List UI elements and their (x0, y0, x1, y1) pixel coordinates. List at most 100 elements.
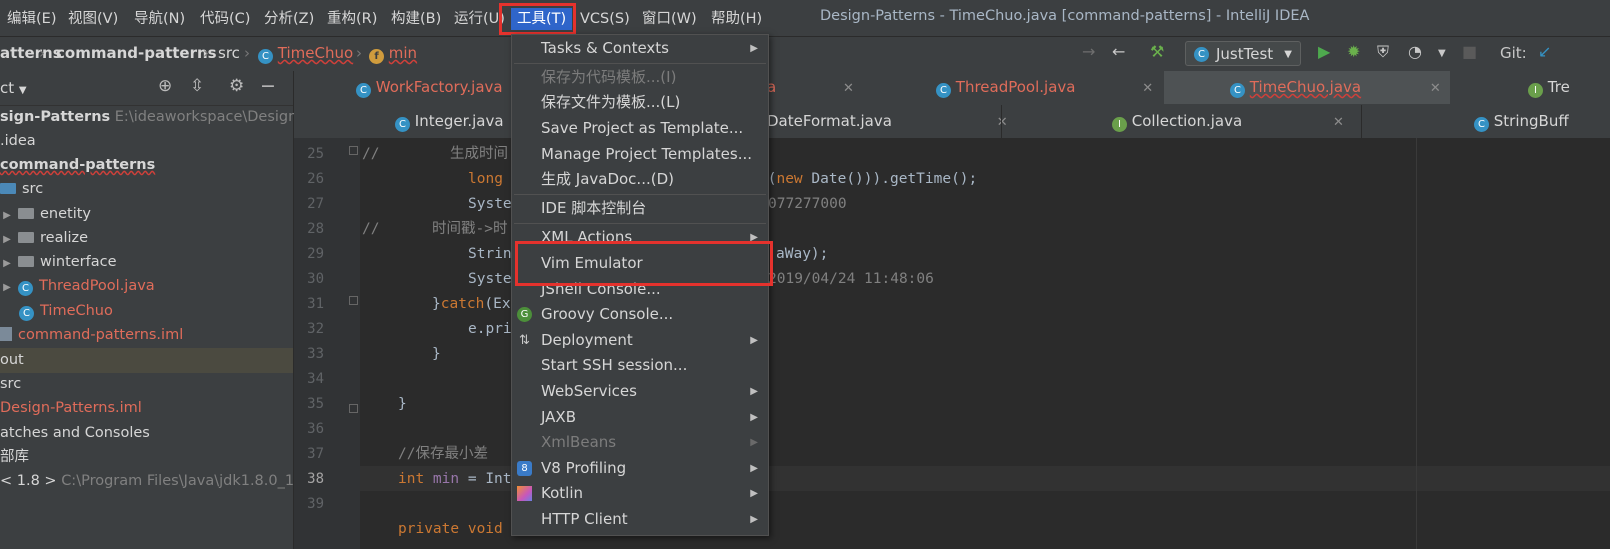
line-number: 33 (307, 346, 324, 362)
menu-code[interactable]: 代码(C) (200, 8, 250, 30)
code-text: aWay); (776, 246, 829, 262)
gear-icon[interactable]: ⚙ (229, 76, 244, 96)
tree-item-module-iml[interactable]: command-patterns.iml (0, 323, 293, 348)
tree-item-project-root[interactable]: sign-Patterns E:\ideaworkspace\Design- (0, 105, 303, 130)
menu-item-tasks-contexts[interactable]: Tasks & Contexts ▶ (512, 36, 768, 61)
project-view-select[interactable]: ct ▼ (0, 79, 27, 97)
tab-timechuo[interactable]: C TimeChuo.java ✕ (1164, 71, 1450, 104)
tree-item-enetity[interactable]: ▶ enetity (0, 202, 293, 227)
profile-icon[interactable]: ◔ (1408, 42, 1422, 61)
menu-refactor[interactable]: 重构(R) (327, 8, 377, 30)
interface-icon: I (1528, 83, 1543, 98)
fold-marker-icon[interactable] (349, 404, 358, 413)
tree-item-winterface[interactable]: ▶ winterface (0, 250, 293, 275)
tools-dropdown-menu: Tasks & Contexts ▶ 保存为代码模板...(I) 保存文件为模板.… (511, 34, 769, 536)
breadcrumb-class[interactable]: C TimeChuo (258, 44, 353, 64)
menu-item-http-client[interactable]: HTTP Client ▶ (512, 507, 768, 532)
git-update-icon[interactable]: ↙ (1538, 42, 1551, 61)
chevron-right-icon: › (203, 44, 209, 62)
code-comment: 077277000 (768, 196, 847, 212)
tab-partial[interactable]: a ✕ (767, 71, 867, 104)
fold-marker-icon[interactable] (349, 146, 358, 155)
breadcrumb-module[interactable]: command-patterns (56, 44, 217, 62)
menu-analyze[interactable]: 分析(Z) (264, 8, 314, 30)
menu-navigate[interactable]: 导航(N) (134, 8, 185, 30)
menu-window[interactable]: 窗口(W) (642, 8, 697, 30)
tab-dateformat[interactable]: DateFormat.java ✕ (767, 105, 1008, 138)
menu-item-vim-emulator[interactable]: Vim Emulator (512, 251, 768, 276)
chevron-right-icon: ▶ (0, 258, 11, 269)
tab-stringbuffer[interactable]: C StringBuff (1474, 105, 1610, 138)
menu-item-save-project-as-template[interactable]: Save Project as Template... (512, 116, 768, 141)
menu-item-jaxb[interactable]: JAXB ▶ (512, 405, 768, 430)
tree-item-idea[interactable]: .idea (0, 129, 293, 154)
menu-build[interactable]: 构建(B) (391, 8, 441, 30)
close-icon[interactable]: ✕ (997, 115, 1008, 130)
menu-item-manage-project-templates[interactable]: Manage Project Templates... (512, 142, 768, 167)
back-arrow-icon[interactable]: ← (1112, 42, 1125, 61)
tree-item-threadpool[interactable]: ▶ C ThreadPool.java (0, 274, 293, 299)
tree-item-jdk[interactable]: < 1.8 > C:\Program Files\Java\jdk1.8.0_1 (0, 469, 294, 494)
menu-item-jshell-console[interactable]: JShell Console... (512, 277, 768, 302)
menu-item-v8-profiling[interactable]: 8 V8 Profiling ▶ (512, 456, 768, 481)
menu-item-save-as-live-template[interactable]: 保存为代码模板...(I) (512, 65, 768, 90)
tree-item-project-iml[interactable]: Design-Patterns.iml (0, 396, 293, 421)
close-icon[interactable]: ✕ (1142, 81, 1153, 96)
run-icon[interactable]: ▶ (1318, 42, 1330, 61)
stop-icon[interactable]: ■ (1462, 42, 1477, 61)
chevron-down-icon[interactable]: ▼ (1438, 48, 1446, 59)
menu-item-start-ssh-session[interactable]: Start SSH session... (512, 353, 768, 378)
menu-item-webservices[interactable]: WebServices ▶ (512, 379, 768, 404)
close-icon[interactable]: ✕ (1430, 81, 1441, 96)
tree-item-realize[interactable]: ▶ realize (0, 226, 293, 251)
close-icon[interactable]: ✕ (843, 81, 854, 96)
menu-run[interactable]: 运行(U) (454, 8, 505, 30)
chevron-right-icon: ▶ (0, 234, 11, 245)
breadcrumb-project[interactable]: atterns (0, 44, 62, 62)
hide-icon[interactable]: − (260, 76, 276, 96)
breadcrumb-field[interactable]: f min (369, 44, 417, 64)
submenu-arrow-icon: ▶ (750, 335, 758, 346)
class-icon: C (1474, 117, 1489, 132)
menu-item-generate-javadoc[interactable]: 生成 JavaDoc...(D) (512, 167, 768, 192)
tree-item-scratches[interactable]: atches and Consoles (0, 421, 293, 446)
menu-item-ide-script-console[interactable]: IDE 脚本控制台 (512, 196, 768, 221)
forward-arrow-icon[interactable]: → (1082, 42, 1095, 61)
class-icon: C (1194, 47, 1209, 62)
menu-item-xmlbeans[interactable]: XmlBeans ▶ (512, 430, 768, 455)
menu-view[interactable]: 视图(V) (68, 8, 118, 30)
tab-tre[interactable]: I Tre (1528, 71, 1610, 104)
collapse-all-icon[interactable]: ⇳ (190, 76, 204, 96)
menu-item-deployment[interactable]: ⇅ Deployment ▶ (512, 328, 768, 353)
tree-item-src[interactable]: src (0, 177, 293, 202)
tab-threadpool[interactable]: C ThreadPool.java ✕ (936, 71, 1153, 104)
menu-item-xml-actions[interactable]: XML Actions ▶ (512, 225, 768, 250)
coverage-icon[interactable]: ⛨ (1377, 42, 1389, 62)
code-text: (Ex (484, 296, 511, 312)
fold-marker-icon[interactable] (349, 296, 358, 305)
tree-item-timechuo[interactable]: C TimeChuo (0, 299, 293, 324)
menu-vcs[interactable]: VCS(S) (580, 8, 630, 30)
code-comment: // (362, 146, 380, 162)
close-icon[interactable]: ✕ (1333, 115, 1344, 130)
package-icon (18, 256, 34, 267)
code-editor[interactable]: 25 26 27 28 29 30 31 32 33 34 35 36 37 3… (294, 138, 1610, 549)
locate-icon[interactable]: ⊕ (158, 76, 172, 96)
debug-icon[interactable]: ✹ (1347, 42, 1360, 61)
run-configuration-select[interactable]: C JustTest ▼ (1185, 41, 1301, 66)
tree-item-command-patterns[interactable]: command-patterns (0, 153, 293, 178)
code-text: = Int (459, 471, 512, 487)
menu-tools[interactable]: 工具(T) (511, 8, 573, 30)
menu-item-save-file-as-template[interactable]: 保存文件为模板...(L) (512, 90, 768, 115)
menu-item-groovy-console[interactable]: G Groovy Console... (512, 302, 768, 327)
submenu-arrow-icon: ▶ (750, 463, 758, 474)
tree-item-src-root[interactable]: src (0, 372, 293, 397)
menu-edit[interactable]: 编辑(E) (7, 8, 56, 30)
tree-item-out[interactable]: out (0, 348, 293, 373)
menu-help[interactable]: 帮助(H) (711, 8, 762, 30)
hammer-build-icon[interactable]: ⚒ (1150, 42, 1164, 61)
menu-item-kotlin[interactable]: Kotlin ▶ (512, 481, 768, 506)
tree-item-external-libraries[interactable]: 部库 (0, 445, 293, 470)
tab-collection[interactable]: I Collection.java ✕ (1112, 105, 1362, 138)
breadcrumb-src[interactable]: src (218, 44, 240, 62)
